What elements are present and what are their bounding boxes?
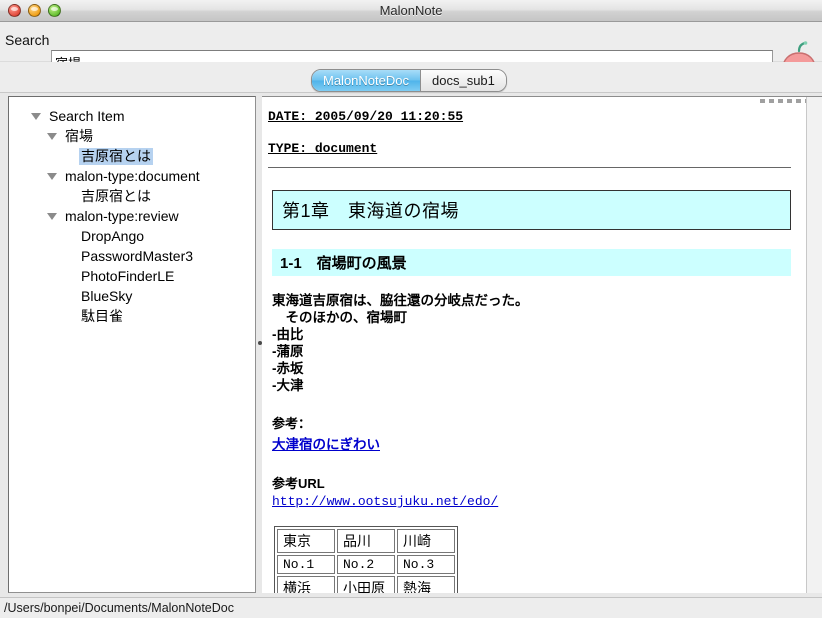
status-path-text: /Users/bonpei/Documents/MalonNoteDoc — [4, 601, 234, 615]
tree-item-label: malon-type:document — [65, 167, 200, 184]
reference-url-label: 参考URL — [272, 476, 325, 491]
reference-label: 参考： — [272, 416, 312, 431]
status-bar: /Users/bonpei/Documents/MalonNoteDoc — [0, 597, 822, 618]
table-row: 横浜 小田原 熱海 — [277, 576, 455, 593]
table-cell: 熱海 — [397, 576, 455, 593]
body-line: 東海道吉原宿は、脇往還の分岐点だった。 — [272, 293, 529, 308]
tab-malonnotedoc[interactable]: MalonNoteDoc — [312, 70, 420, 91]
tree-item-shukuba[interactable]: 宿場 — [9, 126, 255, 146]
document-date-line: DATE: 2005/09/20 11:20:55 — [268, 109, 793, 124]
document-vertical-scrollbar[interactable] — [806, 97, 822, 593]
tree-item-label: 吉原宿とは — [79, 147, 153, 165]
document-content: DATE: 2005/09/20 11:20:55 TYPE: document… — [262, 97, 807, 593]
table-cell: No.2 — [337, 555, 395, 574]
search-results-tree-pane[interactable]: Search Item 宿場 吉原宿とは malon-type:document… — [8, 96, 256, 593]
table-cell: 品川 — [337, 529, 395, 553]
chrome-separator — [0, 92, 822, 93]
table-cell: 小田原 — [337, 576, 395, 593]
window-title: MalonNote — [379, 3, 443, 18]
tree-item-label: 吉原宿とは — [81, 187, 151, 204]
tree-item-label: BlueSky — [81, 287, 133, 304]
tree-item-damesuzume[interactable]: 駄目雀 — [9, 306, 255, 326]
table-row: No.1 No.2 No.3 — [277, 555, 455, 574]
table-row: 東京 品川 川崎 — [277, 529, 455, 553]
document-body-paragraph: 東海道吉原宿は、脇往還の分岐点だった。 そのほかの、宿場町 -由比 -蒲原 -赤… — [272, 292, 793, 394]
table-cell: 川崎 — [397, 529, 455, 553]
document-type-value: document — [307, 141, 378, 156]
tree-item-photofinderle[interactable]: PhotoFinderLE — [9, 266, 255, 286]
chapter-heading-box: 第1章 東海道の宿場 — [272, 190, 791, 230]
tree-item-search-item[interactable]: Search Item — [9, 106, 255, 126]
disclosure-triangle-icon[interactable] — [31, 112, 41, 120]
tree-item-malon-type-review[interactable]: malon-type:review — [9, 206, 255, 226]
table-cell: No.1 — [277, 555, 335, 574]
tree-item-label: PasswordMaster3 — [81, 247, 194, 264]
disclosure-triangle-icon[interactable] — [47, 132, 57, 140]
tree-item-yoshiwarajuku[interactable]: 吉原宿とは — [9, 186, 255, 206]
stations-table: 東京 品川 川崎 No.1 No.2 No.3 横浜 小田原 熱海 — [274, 526, 458, 593]
tree-item-bluesky[interactable]: BlueSky — [9, 286, 255, 306]
body-line: -大津 — [272, 378, 304, 393]
body-line: そのほかの、宿場町 — [272, 310, 407, 325]
document-pane: DATE: 2005/09/20 11:20:55 TYPE: document… — [262, 96, 822, 593]
disclosure-triangle-icon[interactable] — [47, 172, 57, 180]
document-date-label: DATE: — [268, 109, 308, 124]
search-results-tree: Search Item 宿場 吉原宿とは malon-type:document… — [9, 97, 255, 326]
document-type-label: TYPE: — [268, 141, 308, 156]
document-date-value: 2005/09/20 11:20:55 — [307, 109, 464, 124]
table-cell: No.3 — [397, 555, 455, 574]
tab-docs-sub1[interactable]: docs_sub1 — [420, 70, 506, 91]
document-type-line: TYPE: document — [268, 141, 793, 156]
application-window: MalonNote Search MalonNoteDoc docs_sub1 … — [0, 0, 822, 618]
tree-item-yoshiwarajuku-selected[interactable]: 吉原宿とは — [9, 146, 255, 166]
tree-item-label: malon-type:review — [65, 207, 179, 224]
body-line: -由比 — [272, 327, 304, 342]
tree-item-label: Search Item — [49, 107, 125, 124]
tab-bar: MalonNoteDoc docs_sub1 — [0, 62, 822, 92]
tree-item-dropango[interactable]: DropAngo — [9, 226, 255, 246]
section-heading-bar: 1-1 宿場町の風景 — [272, 249, 791, 276]
table-cell: 横浜 — [277, 576, 335, 593]
search-bar: Search — [0, 22, 822, 84]
reference-link[interactable]: 大津宿のにぎわい — [272, 433, 380, 453]
tree-item-label: 駄目雀 — [81, 307, 123, 324]
tree-item-label: 宿場 — [65, 127, 93, 144]
reference-url-link[interactable]: http://www.ootsujuku.net/edo/ — [272, 494, 498, 509]
tree-item-malon-type-document[interactable]: malon-type:document — [9, 166, 255, 186]
tree-item-label: PhotoFinderLE — [81, 267, 175, 284]
chapter-heading-text: 第1章 東海道の宿場 — [282, 201, 460, 221]
tab-group: MalonNoteDoc docs_sub1 — [311, 69, 507, 92]
body-line: -蒲原 — [272, 344, 304, 359]
tree-item-passwordmaster3[interactable]: PasswordMaster3 — [9, 246, 255, 266]
window-titlebar: MalonNote — [0, 0, 822, 22]
horizontal-rule — [268, 167, 791, 168]
tree-item-label: DropAngo — [81, 227, 145, 244]
body-line: -赤坂 — [272, 361, 304, 376]
table-cell: 東京 — [277, 529, 335, 553]
search-label: Search — [5, 32, 50, 48]
disclosure-triangle-icon[interactable] — [47, 212, 57, 220]
